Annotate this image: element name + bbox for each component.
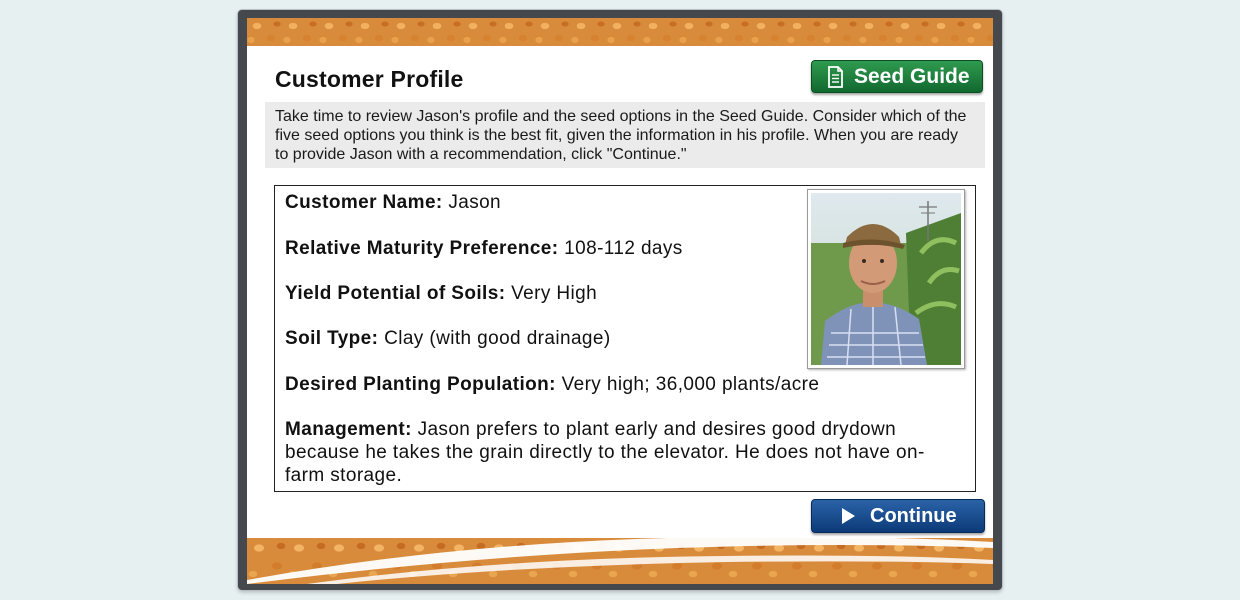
corn-banner-top bbox=[247, 18, 993, 46]
seed-guide-button[interactable]: Seed Guide bbox=[811, 60, 983, 93]
field-label: Yield Potential of Soils: bbox=[285, 283, 506, 304]
field-value: Jason bbox=[448, 192, 502, 213]
app-frame: Customer Profile Seed Guide Take time to… bbox=[238, 10, 1002, 590]
field-label: Relative Maturity Preference: bbox=[285, 238, 559, 259]
field-management: Management: Jason prefers to plant early… bbox=[285, 418, 945, 487]
field-label: Desired Planting Population: bbox=[285, 374, 556, 395]
seed-guide-label: Seed Guide bbox=[854, 64, 970, 88]
continue-label: Continue bbox=[870, 504, 957, 527]
field-label: Customer Name: bbox=[285, 192, 443, 213]
field-value: 108-112 days bbox=[564, 238, 683, 259]
field-value: Very High bbox=[511, 283, 598, 304]
document-icon bbox=[828, 65, 843, 88]
field-soil-type: Soil Type: Clay (with good drainage) bbox=[285, 327, 611, 350]
content-panel: Customer Profile Seed Guide Take time to… bbox=[247, 18, 993, 584]
instructions-text: Take time to review Jason's profile and … bbox=[265, 102, 985, 168]
field-value: Clay (with good drainage) bbox=[384, 328, 611, 349]
decorative-swoosh bbox=[247, 536, 993, 584]
play-icon bbox=[842, 508, 855, 524]
field-planting-population: Desired Planting Population: Very high; … bbox=[285, 373, 819, 396]
page-title: Customer Profile bbox=[275, 66, 464, 92]
field-value: Very high; 36,000 plants/acre bbox=[561, 374, 820, 395]
farmer-portrait-image bbox=[811, 193, 961, 366]
field-label: Soil Type: bbox=[285, 328, 379, 349]
field-relative-maturity: Relative Maturity Preference: 108-112 da… bbox=[285, 237, 683, 260]
field-yield-potential: Yield Potential of Soils: Very High bbox=[285, 282, 597, 305]
field-label: Management: bbox=[285, 419, 412, 440]
customer-photo bbox=[807, 189, 965, 369]
field-customer-name: Customer Name: Jason bbox=[285, 191, 501, 214]
customer-profile-card: Customer Name: Jason Relative Maturity P… bbox=[274, 185, 976, 492]
continue-button[interactable]: Continue bbox=[811, 499, 985, 533]
